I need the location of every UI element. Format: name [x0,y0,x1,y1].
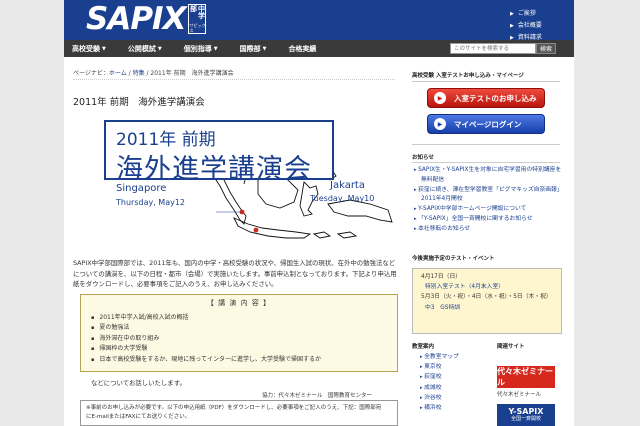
sidebar-related-heading: 関連サイト [497,344,525,350]
school-link[interactable]: 全教室マップ [412,352,484,362]
schedule-event-link[interactable]: 特別入室テスト（4月末入室） [421,282,561,292]
yoyogi-caption[interactable]: 代々木ゼミナール [497,390,555,398]
nav-item-international[interactable]: 国際部 ▼ [240,44,267,54]
breadcrumb: ページナビ：ホーム / 特集 / 2011年 前期 海外進学講演会 [73,68,395,80]
search-button[interactable]: 検索 [536,43,556,54]
mypage-login-button[interactable]: ▶ マイページログイン [427,114,545,134]
nav-item-results[interactable]: 合格実績 [288,44,316,54]
banner-title-line2: 海外進学講演会 [116,154,312,185]
news-item[interactable]: 本社移転のお知らせ [412,225,562,235]
nav-item-label: 公開模試 [127,44,156,53]
nav-item-label: 高校受験 [72,44,100,53]
notice-line: にE-mailまたはFAXにてお送りください。 [86,414,191,420]
news-item[interactable]: 荻窪に続き、渾在型学習教室「ピグマキッズ自奈画報」2011年4月開校 [412,186,562,206]
divider [412,81,560,82]
credit-text: 協力：代々木ゼミナール 国際教育センター [262,393,373,399]
breadcrumb-label: ページナビ： [73,70,109,77]
breadcrumb-current: 2011年 前期 海外進学講演会 [150,70,234,77]
nav-item-individual[interactable]: 個別指導 ▼ [184,44,218,54]
lecture-content-box: 【 講 演 内 容 】 2011年中学入試/高校入試の概括 夏の勉強法 海外滞在… [80,294,398,372]
mypage-login-label: マイページログイン [454,119,522,129]
city-singapore: Singapore [116,183,167,194]
news-item[interactable]: SAPIX生・Y-SAPIX生を対象に自宅学習用の特別講座を無料配信 [412,166,562,186]
schedule-date: 4月17日（日） [421,274,462,280]
breadcrumb-section[interactable]: 特集 [133,70,145,77]
header-links: ▶ ご挨拶 ▶ 会社概要 ▶ 資料請求 [510,8,542,44]
sidebar-mock-heading: 高校受験 入室テストお申し込み・マイページ [412,73,524,79]
page-title: 2011年 前期 海外進学講演会 [73,97,205,108]
content-list: 2011年中学入試/高校入試の概括 夏の勉強法 海外滞在中の取り組み 帰国枠の大… [81,308,397,365]
ysapix-title: Y-SAPIX [508,407,544,416]
nav-item-label: 国際部 [239,44,261,53]
apply-test-label: 入室テストのお申し込み [454,93,537,103]
school-link[interactable]: 渋谷校 [412,393,484,403]
news-item[interactable]: 「Y-SAPIX」全国一斉開校に関するお知らせ [412,215,562,225]
notice-line: ※事前のお申し込みが必要です。以下の申込用紙（PDF）をダウンロードし、必要事項… [86,405,382,411]
lecture-banner: 2011年 前期 海外進学講演会 Singapore Thursday, May… [80,110,396,246]
news-list: SAPIX生・Y-SAPIX生を対象に自宅学習用の特別講座を無料配信 荻窪に続き… [412,166,562,235]
school-link[interactable]: 成城校 [412,383,484,393]
divider [412,162,560,163]
ysapix-subtitle: 全国一斉開校 [510,416,541,422]
logo-kana: サピックス [189,23,206,33]
schedule-box: 4月17日（日） 特別入室テスト（4月末入室） 5月3日（火・祝）・4日（水・祝… [412,268,562,334]
arrow-right-icon: ▶ [434,92,446,104]
header-link-greeting[interactable]: ▶ ご挨拶 [510,8,542,20]
arrow-right-icon: ▶ [434,118,446,130]
intro-text: SAPIX中学部国際部では、2011年も、国内の中学・高校受験の状況や、帰国生入… [73,259,397,288]
school-list: 全教室マップ 東京校 荻窪校 成城校 渋谷校 横浜校 [412,352,484,413]
list-item: 日本で高校受験をするか、現地に残ってインターに進学し、大学受験で帰国するか [91,355,397,365]
logo-text: SAPIX [86,1,186,37]
nav-item-mock-exam[interactable]: 公開模試 ▼ [128,44,162,54]
site-search: 検索 [450,43,556,54]
sidebar-schedule-heading: 今後実施予定のテスト・イベント [412,256,495,262]
nav-item-label: 合格実績 [288,44,317,53]
ysapix-banner[interactable]: Y-SAPIX 全国一斉開校 [497,404,555,426]
site-header: SAPIX 中学部 サピックス ▶ ご挨拶 ▶ 会社概要 ▶ 資料請求 [64,0,574,41]
notice-box: ※事前のお申し込みが必要です。以下の申込用紙（PDF）をダウンロードし、必要事項… [80,400,398,426]
content-heading: 【 講 演 内 容 】 [206,299,272,307]
schedule-date: 5月3日（火・祝）・4日（水・祝）・5日（木・祝） [421,294,552,301]
divider [412,144,560,145]
yoyogi-banner[interactable]: 代々木ゼミナール [497,366,555,388]
sapix-logo[interactable]: SAPIX 中学部 サピックス [86,1,207,37]
list-item: 夏の勉強法 [91,323,397,333]
date-jakarta: Tuesday, May10 [310,194,375,203]
banner-title-box: 2011年 前期 海外進学講演会 [104,120,334,185]
chevron-down-icon: ▼ [262,45,267,52]
arrow-icon: ▶ [510,23,514,29]
date-singapore: Thursday, May12 [116,198,186,207]
header-link-company[interactable]: ▶ 会社概要 [510,20,542,32]
schedule-event-link[interactable]: 中3 GS特訓 [421,303,561,313]
chevron-down-icon: ▼ [213,45,218,52]
search-input[interactable] [450,43,536,54]
school-link[interactable]: 横浜校 [412,403,484,413]
school-link[interactable]: 荻窪校 [412,372,484,382]
header-link-label: ご挨拶 [517,10,536,17]
schedule-list: 4月17日（日） 特別入室テスト（4月末入室） 5月3日（火・祝）・4日（水・祝… [413,269,561,313]
chevron-down-icon: ▼ [157,45,162,52]
jakarta-marker [253,227,259,233]
nav-item-label: 個別指導 [183,44,212,53]
city-jakarta: Jakarta [330,180,365,191]
logo-badge-text: 中学部 [189,5,206,19]
news-item[interactable]: Y-SAPIX中学部ホームページ開設について [412,205,562,215]
arrow-icon: ▶ [510,11,514,17]
header-link-label: 会社概要 [517,22,542,29]
list-item: 2011年中学入試/高校入試の概括 [91,313,397,323]
school-link[interactable]: 東京校 [412,362,484,372]
apply-test-button[interactable]: ▶ 入室テストのお申し込み [427,88,545,108]
chevron-down-icon: ▼ [102,45,106,52]
sidebar-news-heading: お知らせ [412,155,434,161]
main-nav: 高校受験▼ 公開模試▼ 個別指導▼ 国際部▼ 合格実績 検索 [64,40,574,57]
outro-text: などについてお話しいたします。 [91,379,186,387]
list-item: 帰国枠の大学受験 [91,344,397,354]
nav-item-high-school-exam[interactable]: 高校受験 ▼ [72,44,106,54]
logo-badge: 中学部 サピックス [188,4,207,34]
list-item: 海外滞在中の取り組み [91,334,397,344]
breadcrumb-home[interactable]: ホーム [109,70,127,77]
